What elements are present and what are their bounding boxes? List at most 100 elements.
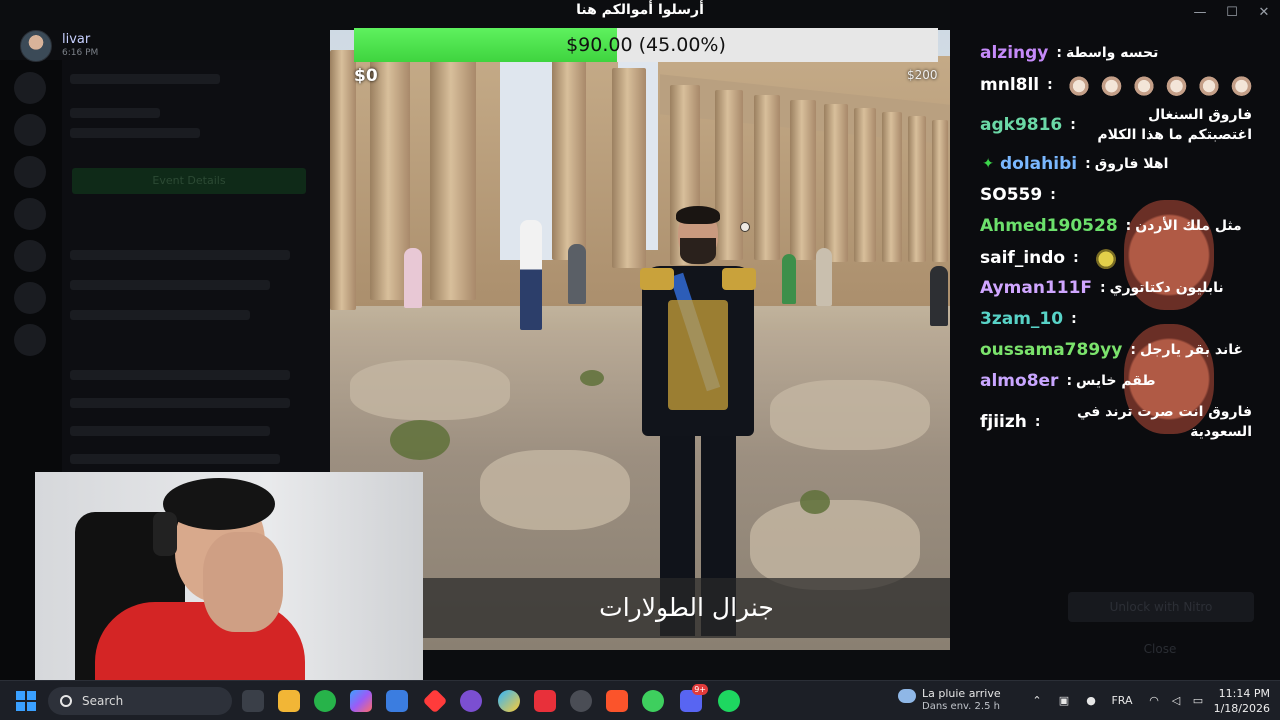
file-explorer-icon[interactable] <box>278 690 300 712</box>
chat-separator: : <box>1070 117 1076 133</box>
server-icon <box>14 240 46 272</box>
chat-separator: : <box>1073 250 1079 266</box>
channel-line <box>70 108 160 118</box>
tourist <box>568 244 586 304</box>
microphone-icon[interactable]: ● <box>1082 681 1100 720</box>
weather-subtitle: Dans env. 2.5 h <box>922 701 1000 712</box>
chat-text: غاند بقر يارجل <box>1139 342 1244 358</box>
window-controls: — ☐ ✕ <box>1184 0 1280 26</box>
screen: Event Details Unlock with Nitro Close — … <box>0 0 1280 720</box>
hair <box>676 206 720 224</box>
chat-text: تحسه واسطة <box>1065 45 1159 61</box>
username: livar <box>62 32 91 47</box>
chat-separator: : <box>1050 187 1056 203</box>
chat-message: mnl8ll: <box>972 69 1253 100</box>
office-icon[interactable] <box>534 690 556 712</box>
emote-cat-icon <box>1231 74 1253 96</box>
event-details-button[interactable]: Event Details <box>72 168 306 194</box>
chat-username[interactable]: Ayman111F <box>980 278 1092 298</box>
chat-username[interactable]: almo8er <box>980 371 1058 391</box>
donation-title: أرسلوا أموالكم هنا <box>576 2 704 18</box>
task-view-icon[interactable] <box>242 690 264 712</box>
chat-app-icon[interactable] <box>460 690 482 712</box>
maximize-icon[interactable]: ☐ <box>1216 0 1248 26</box>
chat-username[interactable]: oussama789yy <box>980 340 1122 360</box>
chat-message-line: almo8er: طقم خايس <box>980 371 1252 391</box>
chat-separator: : <box>1100 280 1106 296</box>
chat-username[interactable]: Ahmed190528 <box>980 216 1118 236</box>
close-icon[interactable]: ✕ <box>1248 0 1280 26</box>
chat-message: agk9816: فاروق السنغال اغتصبتكم ما هذا ال… <box>972 100 1252 149</box>
avatar <box>20 30 52 62</box>
chat-username[interactable]: agk9816 <box>980 115 1062 135</box>
epaulette <box>722 268 756 290</box>
obs-icon[interactable] <box>570 690 592 712</box>
streamer-hair <box>163 478 275 530</box>
taskbar-clock[interactable]: 11:14 PM 1/18/2026 <box>1212 686 1270 716</box>
chat-separator: : <box>1130 342 1136 358</box>
channel-line <box>70 426 270 436</box>
column <box>854 108 876 262</box>
tourist <box>782 254 796 304</box>
language-indicator[interactable]: FRA <box>1108 681 1136 720</box>
epaulette <box>640 268 674 290</box>
upwork-icon[interactable] <box>642 690 664 712</box>
tray-app-icon[interactable]: ▣ <box>1054 681 1074 720</box>
chat-message: SO559: <box>972 180 1252 310</box>
chat-username[interactable]: dolahibi <box>1000 154 1077 174</box>
browser-icon[interactable] <box>498 690 520 712</box>
channel-line <box>70 128 200 138</box>
chat-username[interactable]: saif_indo <box>980 248 1065 268</box>
streamer-hand <box>203 532 283 632</box>
chat-message: Ahmed190528: مثل ملك الأردن <box>972 211 1252 242</box>
chat-username[interactable]: mnl8ll <box>980 75 1039 95</box>
tourist <box>816 248 832 306</box>
chat-message: almo8er: طقم خايس <box>972 366 1252 397</box>
spotify-icon[interactable] <box>718 690 740 712</box>
emote-cat-icon <box>1166 74 1187 96</box>
chat-text: فاروق السنغال اغتصبتكم ما هذا الكلام <box>1097 107 1252 143</box>
battery-icon[interactable]: ▭ <box>1188 681 1208 720</box>
emote-cat-icon <box>1198 74 1220 96</box>
chat-message-line: oussama789yy: غاند بقر يارجل <box>980 340 1252 360</box>
chat-message-line: saif_indo: <box>980 247 1252 269</box>
server-icon <box>14 156 46 188</box>
wifi-icon[interactable]: ◠ <box>1144 681 1164 720</box>
channel-line <box>70 74 220 84</box>
webcam-overlay <box>35 472 423 690</box>
xbox-icon[interactable] <box>314 690 336 712</box>
headset-icon <box>153 512 177 556</box>
volume-icon[interactable]: ◁ <box>1166 681 1186 720</box>
channel-line <box>70 310 250 320</box>
store-icon[interactable] <box>386 690 408 712</box>
chat-username[interactable]: 3zam_10 <box>980 309 1063 329</box>
user-badge[interactable]: livar 6:16 PM <box>20 30 98 62</box>
chat-username[interactable]: fjiizh <box>980 412 1027 432</box>
ide-icon[interactable] <box>422 688 448 714</box>
brave-icon[interactable] <box>606 690 628 712</box>
chevron-up-icon[interactable]: ⌃ <box>1028 681 1046 720</box>
grass-patch <box>580 370 604 386</box>
copilot-icon[interactable] <box>350 690 372 712</box>
weather-title: La pluie arrive <box>922 687 1001 700</box>
server-icon <box>14 198 46 230</box>
taskbar: Search 9+ La pluie arrive Dans env. 2.5 … <box>0 680 1280 720</box>
emote-cat-icon <box>1133 74 1155 96</box>
channel-line <box>70 370 290 380</box>
taskbar-search[interactable]: Search <box>48 687 232 715</box>
rock <box>350 360 510 420</box>
discord-icon[interactable]: 9+ <box>680 684 708 712</box>
minimize-icon[interactable]: — <box>1184 0 1216 26</box>
chat-badge-icon: ✦ <box>982 156 994 172</box>
chat-message-line: SO559: <box>980 185 1252 310</box>
column <box>790 100 816 260</box>
chat-username[interactable]: alzingy <box>980 43 1048 63</box>
windows-start-icon[interactable] <box>16 691 36 711</box>
column <box>824 104 848 262</box>
chat-username[interactable]: SO559 <box>980 185 1042 205</box>
zoom-cursor-icon <box>740 222 750 232</box>
clock-time: 11:14 PM <box>1218 687 1270 700</box>
unlock-nitro-button[interactable]: Unlock with Nitro <box>1068 592 1254 622</box>
chat-message-line: Ayman111F: نابليون دكتاتوري <box>980 278 1252 298</box>
close-button[interactable]: Close <box>1130 642 1190 656</box>
